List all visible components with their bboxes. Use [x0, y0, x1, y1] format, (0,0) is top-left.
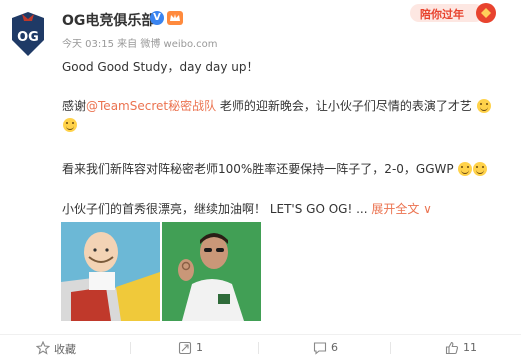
like-count: 11 [463, 341, 477, 354]
post-text: 感谢 [62, 99, 87, 113]
post-line-5: 小伙子们的首秀很漂亮，继续加油啊！ LET'S GO OG! ... 展开全文 … [62, 200, 432, 217]
post-text: 看来我们新阵容对阵秘密老师100%胜率还要保持一阵子了，2-0，GGWP [62, 162, 454, 176]
og-logo-icon[interactable]: OG [10, 12, 46, 56]
comment-count: 6 [331, 341, 338, 354]
post-line-4: 看来我们新阵容对阵秘密老师100%胜率还要保持一阵子了，2-0，GGWP [62, 160, 488, 177]
action-separator [130, 342, 131, 354]
favorite-label: 收藏 [54, 343, 76, 356]
thumbs-up-icon [445, 341, 459, 355]
action-bar-divider [0, 334, 521, 335]
emoji-icon [63, 118, 77, 132]
post-text: 老师的迎新晚会，让小伙子们尽情的表演了才艺 [216, 99, 472, 113]
post-photo-1[interactable] [61, 222, 160, 321]
star-icon [36, 341, 50, 355]
repost-button[interactable]: 1 [178, 340, 218, 356]
mention-link[interactable]: @TeamSecret秘密战队 [86, 99, 216, 113]
action-separator [390, 342, 391, 354]
action-separator [258, 342, 259, 354]
member-crown-icon[interactable] [167, 10, 183, 26]
post-meta: 今天 03:15 来自 微博 weibo.com [62, 39, 218, 50]
post-photo-2[interactable] [162, 222, 261, 321]
comment-button[interactable]: 6 [313, 340, 353, 356]
svg-text:OG: OG [17, 30, 39, 45]
expand-full-text-link[interactable]: 展开全文 ∨ [371, 202, 432, 216]
comment-icon [313, 342, 327, 355]
repost-count: 1 [196, 341, 203, 354]
post-line-1: Good Good Study，day day up！ [62, 60, 259, 74]
post-line-3 [62, 118, 77, 132]
festive-label: 陪你过年 [420, 8, 464, 21]
like-button[interactable]: 11 [445, 340, 490, 356]
favorite-button[interactable]: 收藏 [36, 340, 86, 356]
weibo-post-card: OG OG电竞俱乐部 V 今天 03:15 来自 微博 weibo.com 陪你… [0, 0, 521, 358]
post-text: 小伙子们的首秀很漂亮，继续加油啊！ LET'S GO OG! ... [62, 202, 368, 216]
emoji-icon [458, 162, 473, 176]
emoji-icon [473, 162, 488, 176]
emoji-icon [476, 99, 491, 113]
post-line-2: 感谢@TeamSecret秘密战队 老师的迎新晚会，让小伙子们尽情的表演了才艺 [62, 97, 491, 114]
repost-icon [178, 341, 192, 355]
username[interactable]: OG电竞俱乐部 [62, 10, 155, 30]
verified-icon: V [150, 11, 164, 25]
